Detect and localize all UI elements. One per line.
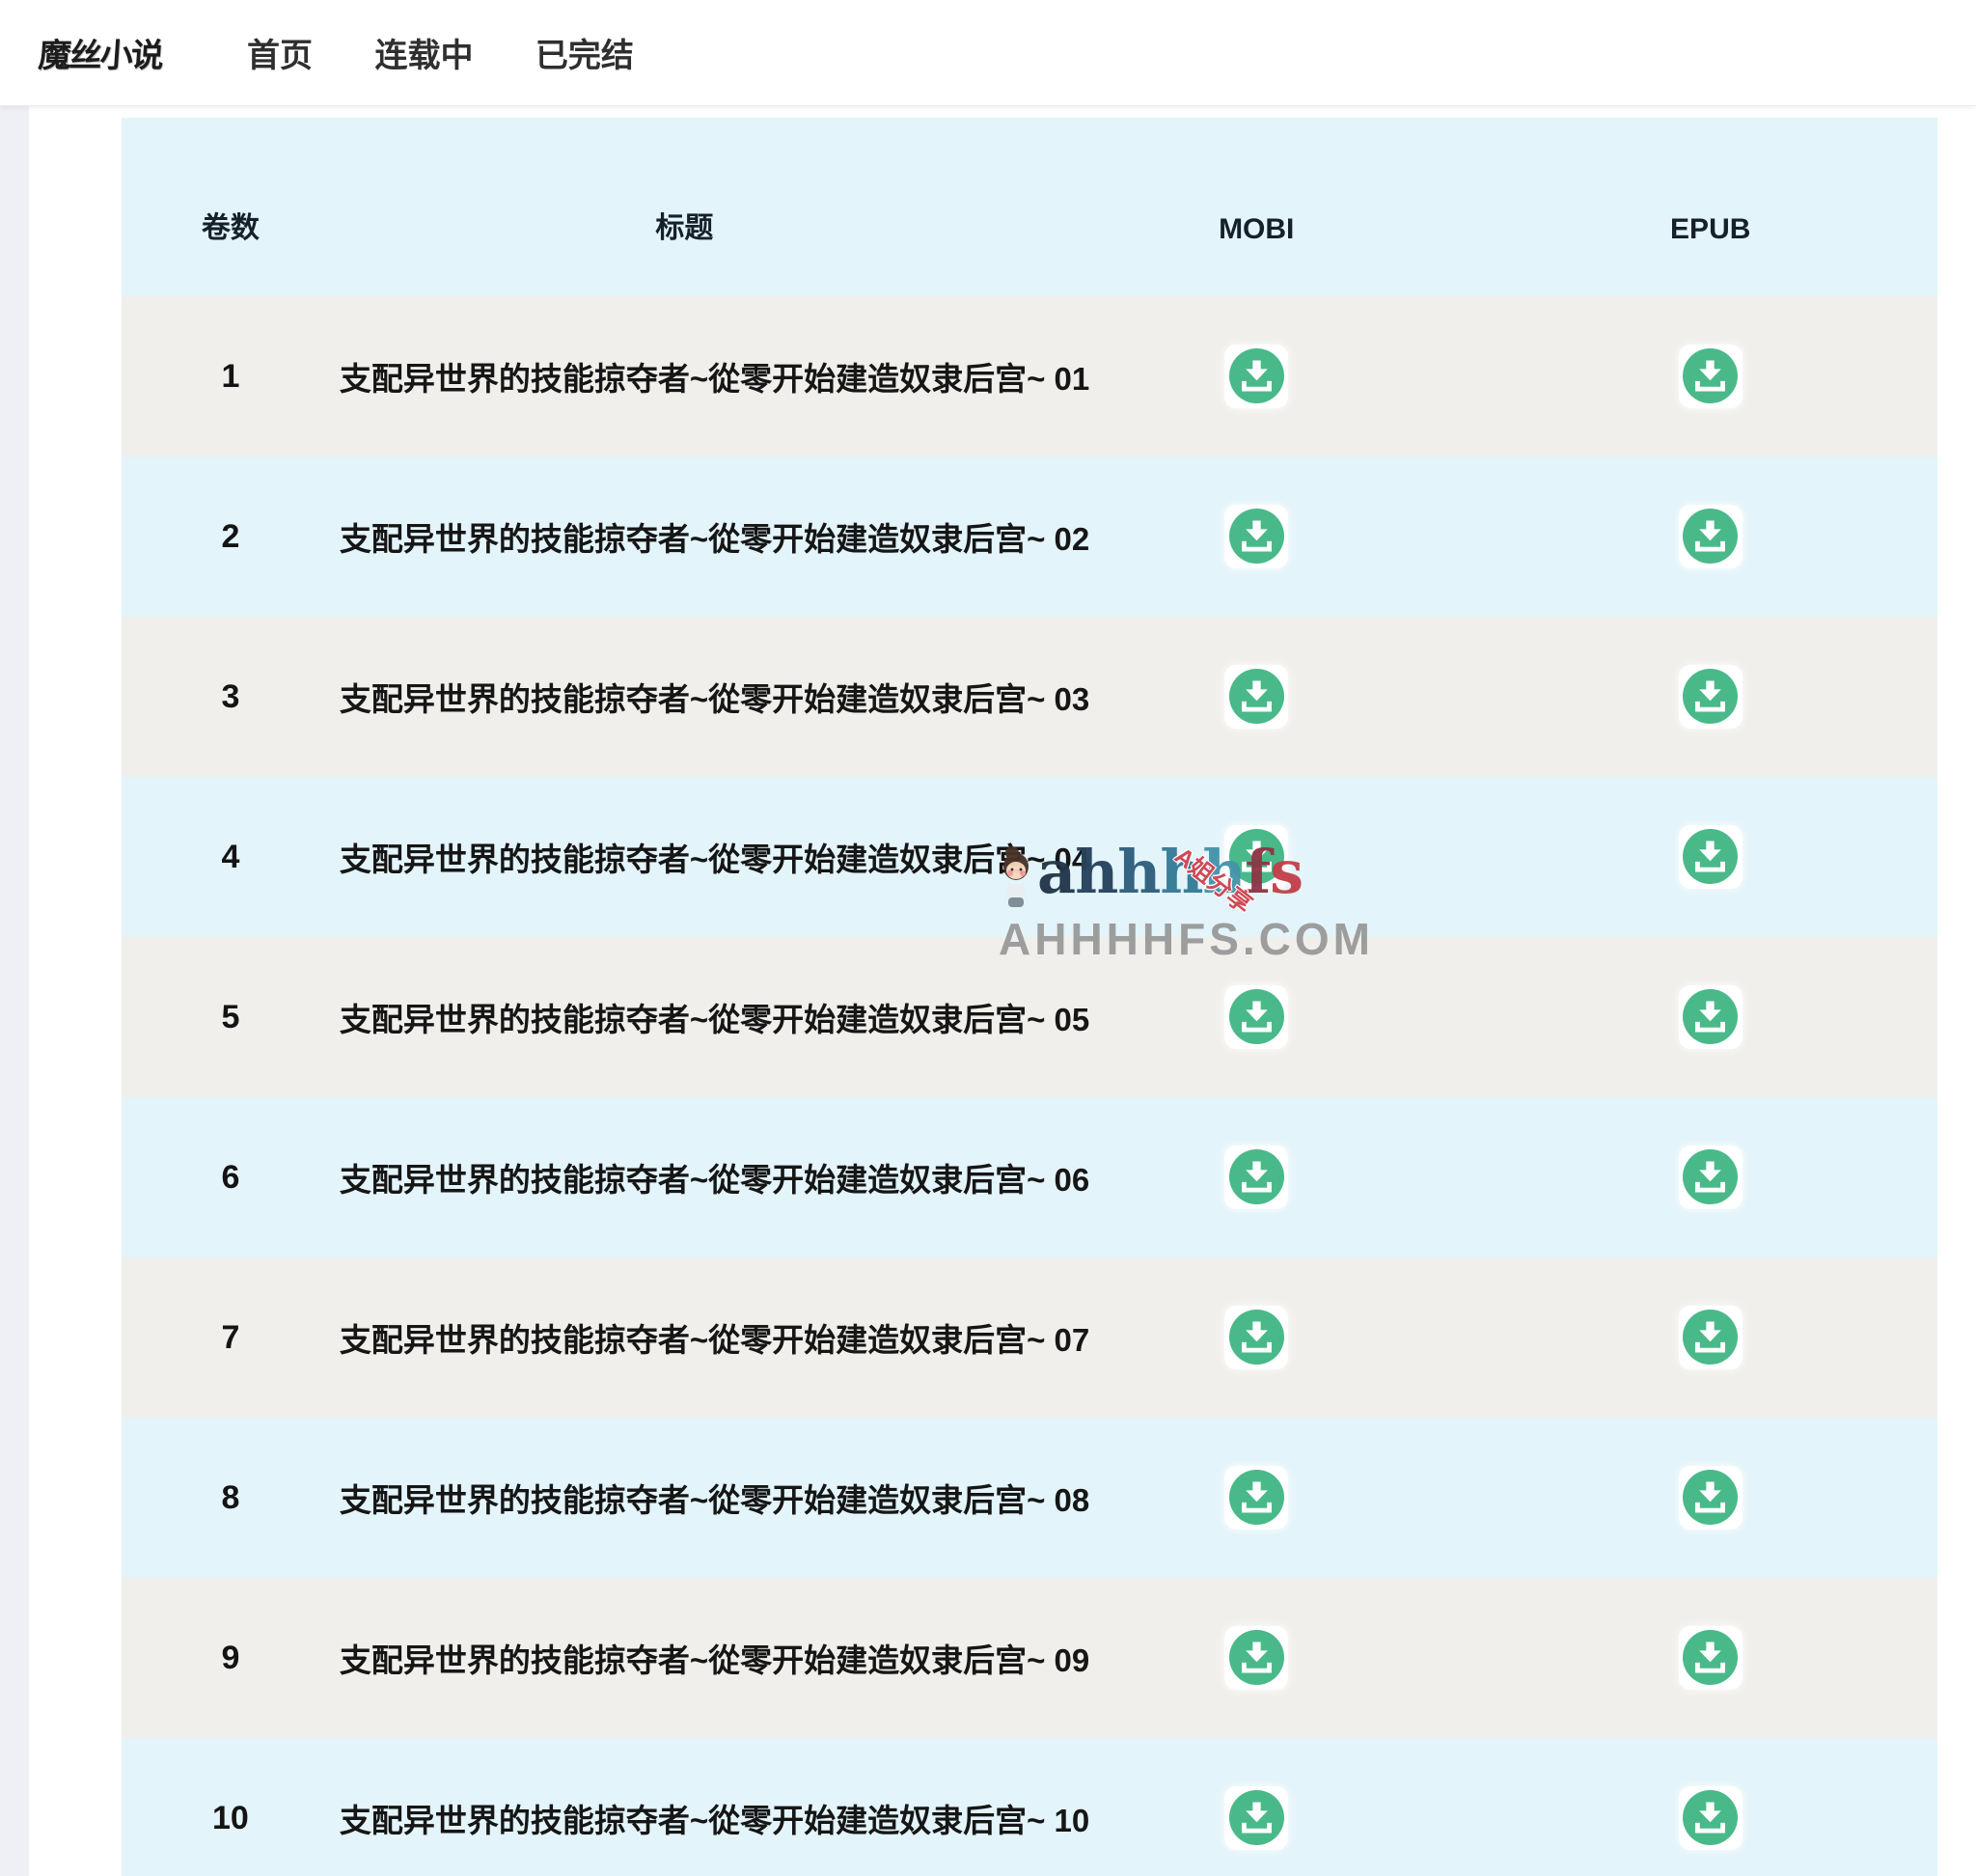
download-icon <box>1683 1310 1739 1366</box>
nav-serializing[interactable]: 连载中 <box>374 38 473 74</box>
epub-download-button[interactable] <box>1678 504 1743 568</box>
download-icon <box>1683 1790 1739 1846</box>
volume-title: 支配异世界的技能掠夺者~從零开始建造奴隶后宫~ 08 <box>339 1482 1090 1518</box>
volume-title: 支配异世界的技能掠夺者~從零开始建造奴隶后宫~ 02 <box>339 521 1090 557</box>
volume-title: 支配异世界的技能掠夺者~從零开始建造奴隶后宫~ 06 <box>339 1162 1090 1198</box>
download-icon <box>1683 1630 1739 1686</box>
table-header-row: 卷数 标题 MOBI EPUB <box>122 118 1937 296</box>
download-icon <box>1683 669 1739 725</box>
epub-download-button[interactable] <box>1678 344 1743 408</box>
mobi-download-button[interactable] <box>1224 344 1289 408</box>
download-icon <box>1228 348 1284 404</box>
epub-download-button[interactable] <box>1678 1785 1743 1850</box>
mobi-download-button[interactable] <box>1224 1785 1289 1850</box>
watermark-brand-text: ahhhhfs <box>1037 837 1304 907</box>
volume-number: 1 <box>221 357 240 395</box>
volume-number: 7 <box>221 1318 240 1356</box>
table-row: 2 支配异世界的技能掠夺者~從零开始建造奴隶后宫~ 02 <box>122 456 1937 617</box>
mobi-download-button[interactable] <box>1224 1465 1289 1530</box>
volume-title: 支配异世界的技能掠夺者~從零开始建造奴隶后宫~ 05 <box>339 1002 1090 1037</box>
download-icon <box>1683 1470 1739 1526</box>
table-body: 1 支配异世界的技能掠夺者~從零开始建造奴隶后宫~ 01 2 支配异世界的技能掠… <box>122 296 1937 1876</box>
main-nav: 首页 连载中 已完结 <box>247 29 692 76</box>
mobi-download-button[interactable] <box>1224 1145 1289 1209</box>
table-row: 10 支配异世界的技能掠夺者~從零开始建造奴隶后宫~ 10 <box>122 1738 1937 1876</box>
download-icon <box>1228 989 1284 1045</box>
table-row: 8 支配异世界的技能掠夺者~從零开始建造奴隶后宫~ 08 <box>122 1418 1937 1578</box>
watermark-domain: AHHHHFS.COM <box>999 914 1374 964</box>
download-icon <box>1683 1149 1739 1205</box>
download-icon <box>1228 1790 1284 1846</box>
download-icon <box>1683 509 1739 565</box>
volume-number: 9 <box>221 1639 240 1676</box>
mobi-download-button[interactable] <box>1224 664 1289 729</box>
volume-title: 支配异世界的技能掠夺者~從零开始建造奴隶后宫~ 04 <box>339 841 1090 877</box>
volume-title: 支配异世界的技能掠夺者~從零开始建造奴隶后宫~ 03 <box>339 681 1090 717</box>
mobi-download-button[interactable] <box>1224 504 1289 568</box>
site-logo[interactable]: 魔丝小说 <box>37 29 163 76</box>
header-epub: EPUB <box>1670 213 1751 245</box>
navbar: 魔丝小说 首页 连载中 已完结 <box>0 0 1976 106</box>
watermark: ahhhhfs A姐分享 AHHHHFS.COM <box>999 836 1374 965</box>
download-icon <box>1228 509 1284 565</box>
header-title: 标题 <box>655 212 714 244</box>
volume-number: 3 <box>221 677 240 715</box>
table-row: 9 支配异世界的技能掠夺者~從零开始建造奴隶后宫~ 09 <box>122 1578 1937 1738</box>
volume-title: 支配异世界的技能掠夺者~從零开始建造奴隶后宫~ 01 <box>339 361 1090 397</box>
download-icon <box>1228 1310 1284 1366</box>
volume-number: 8 <box>221 1478 240 1516</box>
download-icon <box>1228 1630 1284 1686</box>
download-icon <box>1683 989 1739 1045</box>
nav-completed[interactable]: 已完结 <box>535 38 634 74</box>
header-mobi: MOBI <box>1219 213 1295 245</box>
table-row: 7 支配异世界的技能掠夺者~從零开始建造奴隶后宫~ 07 <box>122 1257 1937 1418</box>
epub-download-button[interactable] <box>1678 984 1743 1049</box>
epub-download-button[interactable] <box>1678 664 1743 729</box>
volume-number: 4 <box>221 838 240 875</box>
epub-download-button[interactable] <box>1678 1145 1743 1209</box>
girl-avatar-icon <box>1003 846 1029 907</box>
mobi-download-button[interactable] <box>1224 984 1289 1049</box>
epub-download-button[interactable] <box>1678 1625 1743 1690</box>
volume-title: 支配异世界的技能掠夺者~從零开始建造奴隶后宫~ 10 <box>339 1803 1090 1838</box>
volume-number: 2 <box>221 517 240 555</box>
page-gutter <box>0 106 29 1876</box>
volume-table: 卷数 标题 MOBI EPUB 1 支配异世界的技能掠夺者~從零开始建造奴隶后宫… <box>122 118 1937 1876</box>
table-row: 6 支配异世界的技能掠夺者~從零开始建造奴隶后宫~ 06 <box>122 1097 1937 1257</box>
download-icon <box>1683 829 1739 885</box>
volume-number: 10 <box>212 1799 249 1836</box>
header-volume: 卷数 <box>201 212 260 244</box>
mobi-download-button[interactable] <box>1224 1625 1289 1690</box>
volume-title: 支配异世界的技能掠夺者~從零开始建造奴隶后宫~ 09 <box>339 1642 1090 1678</box>
nav-home[interactable]: 首页 <box>247 38 313 74</box>
epub-download-button[interactable] <box>1678 1305 1743 1369</box>
volume-number: 6 <box>221 1158 240 1196</box>
download-icon <box>1683 348 1739 404</box>
table-row: 3 支配异世界的技能掠夺者~從零开始建造奴隶后宫~ 03 <box>122 617 1937 777</box>
epub-download-button[interactable] <box>1678 1465 1743 1530</box>
download-icon <box>1228 1149 1284 1205</box>
download-icon <box>1228 1470 1284 1526</box>
epub-download-button[interactable] <box>1678 824 1743 889</box>
download-icon <box>1228 669 1284 725</box>
volume-title: 支配异世界的技能掠夺者~從零开始建造奴隶后宫~ 07 <box>339 1322 1090 1358</box>
table-row: 1 支配异世界的技能掠夺者~從零开始建造奴隶后宫~ 01 <box>122 296 1937 456</box>
mobi-download-button[interactable] <box>1224 1305 1289 1369</box>
volume-number: 5 <box>221 998 240 1035</box>
